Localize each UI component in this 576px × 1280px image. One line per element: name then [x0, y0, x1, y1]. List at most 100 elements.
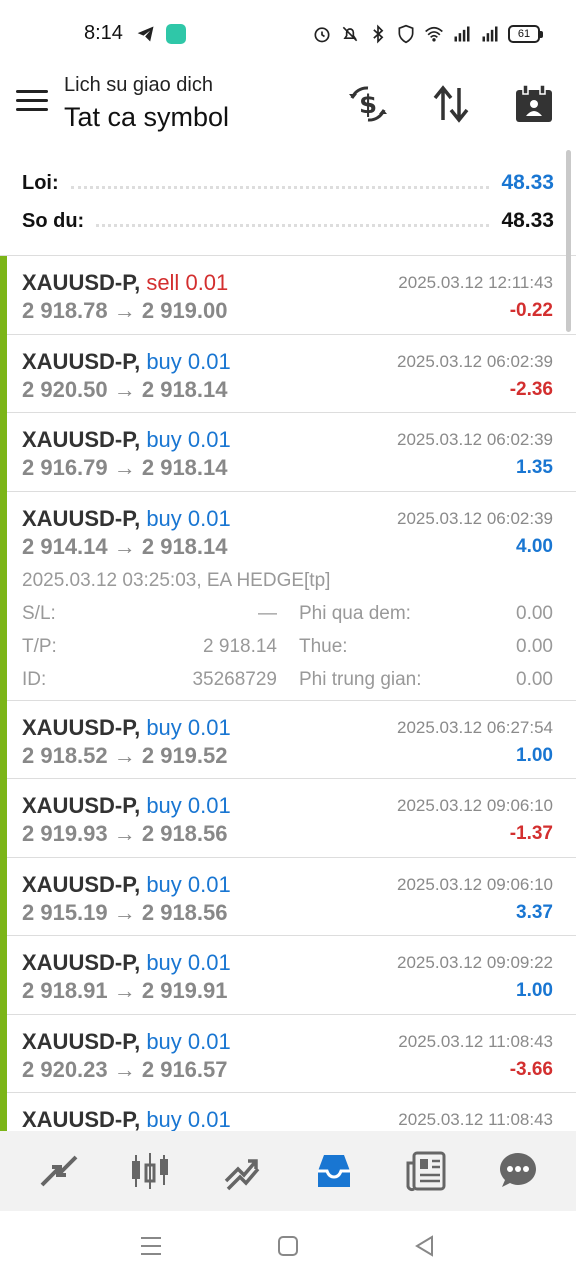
trade-side: buy 0.01 [146, 793, 231, 818]
trade-prices: 2 914.14 → 2 918.14 [22, 533, 228, 559]
tax-value: 0.00 [516, 635, 553, 657]
trade-status-bar [0, 779, 7, 858]
trade-prices: 2 918.52 → 2 919.52 [22, 742, 228, 768]
trade-status-bar [0, 1093, 7, 1131]
trade-symbol: XAUUSD-P, buy 0.01 [22, 348, 231, 374]
trade-time: 2025.03.12 09:09:22 [397, 953, 553, 972]
trade-symbol: XAUUSD-P, buy 0.01 [22, 505, 231, 531]
currency-exchange-icon[interactable]: $ [346, 82, 390, 126]
home-icon[interactable] [275, 1233, 301, 1259]
nav-messages[interactable] [493, 1146, 543, 1196]
trade-row[interactable]: XAUUSD-P, buy 0.01 2025.03.12 11:08:43 [0, 1093, 576, 1131]
trade-time: 2025.03.12 09:06:10 [397, 796, 553, 815]
trade-row[interactable]: XAUUSD-P, buy 0.01 2025.03.12 11:08:43 2… [0, 1014, 576, 1093]
sl-label: S/L: [22, 602, 56, 624]
id-label: ID: [22, 668, 47, 690]
back-icon[interactable] [412, 1233, 438, 1259]
vpn-shield-icon [398, 24, 414, 44]
signal-icon [482, 26, 498, 42]
trade-row[interactable]: XAUUSD-P, buy 0.01 2025.03.12 06:02:39 2… [0, 334, 576, 413]
status-time: 8:14 [84, 22, 123, 44]
trade-side: buy 0.01 [146, 871, 231, 897]
trade-prices: 2 919.93 → 2 918.56 [22, 821, 228, 846]
app-header: Lich su giao dich Tat ca symbol $ [0, 70, 576, 150]
alarm-icon [314, 27, 330, 43]
trade-row[interactable]: XAUUSD-P, buy 0.01 2025.03.12 06:27:54 2… [0, 700, 576, 779]
trade-profit: 4.00 [516, 535, 553, 557]
trade-time: 2025.03.12 06:02:39 [397, 430, 553, 449]
trade-row[interactable]: XAUUSD-P, buy 0.01 2025.03.12 09:06:10 2… [0, 779, 576, 858]
trade-icon [224, 1159, 260, 1191]
sl-value: — [258, 602, 277, 624]
trade-profit: -1.37 [509, 823, 553, 844]
trade-row[interactable]: XAUUSD-P, buy 0.01 2025.03.12 06:02:39 2… [0, 413, 576, 492]
trade-prices: 2 918.91 → 2 919.91 [22, 978, 228, 1003]
balance-label: So du: [22, 209, 85, 232]
trade-status-bar [0, 1014, 7, 1093]
trade-row[interactable]: XAUUSD-P, buy 0.01 2025.03.12 09:09:22 2… [0, 936, 576, 1015]
trade-time: 2025.03.12 06:27:54 [397, 717, 553, 737]
trade-row[interactable]: XAUUSD-P, buy 0.01 2025.03.12 09:06:10 2… [0, 857, 576, 936]
trade-side: buy 0.01 [146, 427, 231, 452]
trade-status-bar [0, 700, 7, 779]
sort-icon[interactable] [429, 82, 473, 126]
commission-value: 0.00 [516, 668, 553, 690]
nav-news[interactable] [401, 1146, 451, 1196]
calendar-icon[interactable] [512, 82, 556, 126]
battery-icon: 61 [508, 25, 543, 43]
messages-icon [500, 1153, 536, 1187]
trade-row[interactable]: XAUUSD-P, sell 0.01 2025.03.12 12:11:43 … [0, 256, 576, 335]
trade-time: 2025.03.12 11:08:43 [398, 1031, 553, 1051]
trade-side: buy 0.01 [146, 714, 231, 740]
trade-status-bar [0, 936, 7, 1015]
trade-side: buy 0.01 [146, 505, 231, 531]
trade-symbol: XAUUSD-P, buy 0.01 [22, 1107, 231, 1131]
trade-symbol: XAUUSD-P, buy 0.01 [22, 950, 231, 975]
tp-label: T/P: [22, 635, 57, 657]
trade-profit: -0.22 [509, 300, 553, 321]
tp-value: 2 918.14 [203, 635, 277, 657]
trade-comment: 2025.03.12 03:25:03, EA HEDGE[tp] [22, 569, 331, 591]
trade-profit: 1.00 [516, 980, 553, 1001]
trade-time: 2025.03.12 12:11:43 [398, 273, 553, 292]
trade-profit: 1.35 [516, 457, 553, 478]
trade-symbol: XAUUSD-P, buy 0.01 [22, 1028, 231, 1054]
nav-chart[interactable] [125, 1146, 175, 1196]
trade-prices: 2 918.78 → 2 919.00 [22, 298, 228, 323]
recent-apps-icon[interactable] [138, 1233, 164, 1259]
trade-symbol: XAUUSD-P, buy 0.01 [22, 793, 231, 818]
trade-profit: -2.36 [509, 378, 553, 400]
bluetooth-icon [373, 24, 384, 44]
trade-symbol: XAUUSD-P, buy 0.01 [22, 714, 231, 740]
trade-side: buy 0.01 [146, 1107, 231, 1131]
trade-history-list: XAUUSD-P, sell 0.01 2025.03.12 12:11:43 … [0, 256, 576, 1131]
trade-symbol: XAUUSD-P, buy 0.01 [22, 871, 231, 897]
wifi-icon [425, 26, 443, 42]
app-badge-icon [166, 24, 186, 44]
signal-icon [454, 26, 470, 42]
profit-value: 48.33 [501, 171, 554, 194]
news-icon [406, 1151, 446, 1192]
nav-trade[interactable] [217, 1146, 267, 1196]
trade-status-bar [0, 334, 7, 413]
menu-icon[interactable] [16, 90, 48, 116]
swap-label: Phi qua dem: [299, 602, 411, 624]
trade-side: sell 0.01 [146, 270, 229, 295]
profit-row: Loi: 48.33 [22, 166, 554, 200]
trade-profit: 3.37 [516, 901, 553, 923]
trade-status-bar [0, 857, 7, 936]
system-navigation-bar [0, 1211, 576, 1280]
trade-row[interactable]: XAUUSD-P, buy 0.01 2025.03.12 06:02:39 2… [0, 491, 576, 701]
trade-time: 2025.03.12 06:02:39 [397, 351, 553, 371]
bottom-navigation [0, 1131, 576, 1211]
trade-status-bar [0, 413, 7, 492]
history-icon [318, 1155, 350, 1187]
balance-value: 48.33 [501, 209, 554, 232]
quotes-icon [40, 1155, 78, 1187]
swap-value: 0.00 [516, 602, 553, 624]
trade-prices: 2 920.50 → 2 918.14 [22, 376, 228, 402]
nav-quotes[interactable] [33, 1146, 83, 1196]
nav-history[interactable] [309, 1146, 359, 1196]
commission-label: Phi trung gian: [299, 668, 422, 690]
symbol-filter-title[interactable]: Tat ca symbol [64, 102, 229, 133]
